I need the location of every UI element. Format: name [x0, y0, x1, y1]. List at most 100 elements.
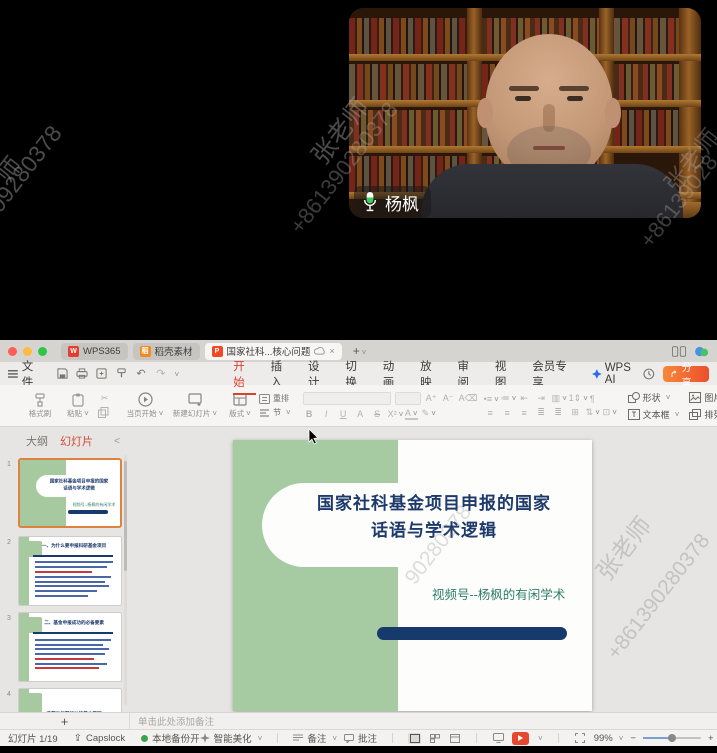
- collapse-panel-button[interactable]: <: [114, 436, 120, 447]
- print-icon[interactable]: [74, 366, 90, 381]
- justify-button[interactable]: ≣: [535, 407, 548, 418]
- font-color-button[interactable]: A: [405, 408, 418, 420]
- zoom-out-button[interactable]: −: [630, 733, 636, 744]
- strikethrough-button[interactable]: S: [371, 409, 384, 419]
- normal-view-button[interactable]: [408, 733, 421, 744]
- quickbar-chevron-icon[interactable]: [173, 368, 180, 380]
- slide-subtitle[interactable]: 视频号--杨枫的有闲学术: [416, 584, 581, 603]
- rearrange-button[interactable]: 重排: [259, 393, 291, 404]
- slide-thumbnail-2[interactable]: 一、为什么要申报科研基金项目: [18, 536, 122, 606]
- layout-button[interactable]: 版式: [223, 393, 257, 419]
- play-options-chevron-icon[interactable]: [536, 733, 543, 744]
- highlight-color-button[interactable]: ✎: [422, 408, 435, 419]
- slide-accent-bar[interactable]: [377, 627, 567, 640]
- notes-input[interactable]: 单击此处添加备注: [130, 713, 717, 729]
- zoom-in-button[interactable]: +: [708, 733, 714, 744]
- add-slide-button[interactable]: +: [0, 713, 130, 729]
- zoom-slider-knob[interactable]: [668, 734, 676, 742]
- notes-band: + 单击此处添加备注: [0, 712, 717, 729]
- smart-beautify-button[interactable]: 智能美化: [200, 731, 263, 745]
- align-center-button[interactable]: ≡: [501, 408, 514, 418]
- decrease-font-icon[interactable]: A⁻: [442, 393, 455, 404]
- zoom-slider[interactable]: [643, 737, 701, 739]
- tab-outline[interactable]: 大纲: [26, 433, 48, 449]
- ribbon-toolbar: 格式刷 粘贴 ✂ 当页开始 新建幻灯片: [0, 385, 717, 427]
- slide-thumbnail-3[interactable]: 二、基金申报成功的必备要素: [18, 612, 122, 682]
- superscript-button[interactable]: X²: [388, 409, 401, 419]
- new-tab-button[interactable]: +: [353, 345, 360, 357]
- menu-tab-home[interactable]: 开始: [233, 358, 255, 390]
- char-spacing-button[interactable]: A: [354, 409, 367, 419]
- redo-icon[interactable]: ↷: [153, 366, 169, 381]
- save-icon[interactable]: [54, 366, 70, 381]
- wps-ai-label: WPS AI: [605, 362, 643, 386]
- align-objects-button[interactable]: ⊡: [603, 407, 616, 418]
- columns-button[interactable]: ▥: [552, 393, 565, 404]
- undo-icon[interactable]: ↶: [133, 366, 149, 381]
- workspace: 大纲 幻灯片 < 1 国家社科基金项目申报的国家话语与学术逻辑 视频号--杨枫的…: [0, 427, 717, 712]
- underline-button[interactable]: U: [337, 409, 350, 419]
- history-icon[interactable]: [643, 368, 655, 380]
- menu-tab-wps-ai[interactable]: WPS AI: [592, 362, 643, 386]
- increase-indent-button[interactable]: ⇥: [535, 393, 548, 404]
- tab-docer[interactable]: 稻 稻壳素材: [133, 343, 200, 360]
- italic-button[interactable]: I: [320, 409, 333, 419]
- comments-button[interactable]: 批注: [344, 731, 377, 745]
- paragraph-settings-icon[interactable]: ¶: [586, 394, 599, 404]
- new-slide-button[interactable]: 新建幻灯片: [169, 393, 221, 419]
- zoom-window-button[interactable]: [38, 347, 47, 356]
- thumbnail-scrollbar[interactable]: [124, 455, 127, 705]
- slide-thumbnail-4[interactable]: 选题与标题设计的基本原则: [18, 688, 122, 712]
- thumb-title: 一、为什么要申报科研基金项目: [33, 543, 115, 549]
- thumb-text-line: [35, 595, 88, 597]
- align-right-button[interactable]: ≡: [518, 408, 531, 418]
- local-backup-status[interactable]: 本地备份开: [141, 731, 200, 745]
- minimize-window-button[interactable]: [23, 347, 32, 356]
- paste-button[interactable]: 粘贴: [60, 393, 96, 419]
- clear-format-icon[interactable]: A⌫: [459, 393, 472, 404]
- picture-button[interactable]: 图片: [689, 391, 717, 404]
- zoom-level[interactable]: 99%: [594, 733, 624, 744]
- textbox-button[interactable]: 文本框: [628, 408, 680, 421]
- section-button[interactable]: 节: [259, 407, 291, 418]
- bold-button[interactable]: B: [303, 409, 316, 419]
- present-mode-icon[interactable]: [492, 733, 505, 744]
- slide-sorter-view-button[interactable]: [428, 733, 441, 744]
- format-painter-button[interactable]: 格式刷: [22, 393, 58, 419]
- layout-switch-icon[interactable]: [672, 346, 686, 357]
- play-slideshow-button[interactable]: [512, 732, 529, 745]
- distribute-button[interactable]: ≣: [552, 407, 565, 418]
- close-tab-icon[interactable]: ×: [329, 346, 334, 356]
- reading-view-button[interactable]: [448, 733, 461, 744]
- bullet-list-button[interactable]: •≡: [484, 394, 497, 404]
- copy-icon[interactable]: [98, 407, 109, 418]
- slide-thumbnail-1[interactable]: 国家社科基金项目申报的国家话语与学术逻辑 视频号--杨枫的有闲学术: [18, 458, 122, 528]
- font-name-field[interactable]: [303, 392, 391, 405]
- slide-title[interactable]: 国家社科基金项目申报的国家 话语与学术逻辑: [283, 491, 585, 544]
- table-tools-icon[interactable]: ⊞: [569, 407, 582, 418]
- member-avatar-icon[interactable]: [694, 346, 709, 357]
- font-size-field[interactable]: [395, 392, 421, 405]
- close-window-button[interactable]: [8, 347, 17, 356]
- export-icon[interactable]: [94, 366, 110, 381]
- tab-label: 稻壳素材: [155, 344, 193, 358]
- section-label: 节: [273, 407, 281, 418]
- decrease-indent-button[interactable]: ⇤: [518, 393, 531, 404]
- text-direction-button[interactable]: ⇅: [586, 407, 599, 418]
- tab-slides[interactable]: 幻灯片: [60, 433, 93, 449]
- format-painter-icon[interactable]: [113, 366, 129, 381]
- share-button[interactable]: 分享: [663, 366, 709, 382]
- tab-wps365[interactable]: W WPS365: [61, 343, 128, 360]
- slide-canvas[interactable]: 国家社科基金项目申报的国家 话语与学术逻辑 视频号--杨枫的有闲学术: [233, 440, 592, 711]
- increase-font-icon[interactable]: A⁺: [425, 393, 438, 404]
- play-from-current-button[interactable]: 当页开始: [123, 392, 167, 419]
- shapes-button[interactable]: 形状: [628, 391, 680, 404]
- fit-slide-button[interactable]: [574, 733, 587, 744]
- notes-toggle-button[interactable]: 备注: [293, 731, 337, 745]
- align-left-button[interactable]: ≡: [484, 408, 497, 418]
- cut-icon[interactable]: ✂: [98, 393, 111, 404]
- line-spacing-button[interactable]: 1⇕: [569, 393, 582, 404]
- arrange-button[interactable]: 排列: [689, 408, 717, 421]
- numbered-list-button[interactable]: ≔: [501, 393, 514, 404]
- format-painter-label: 格式刷: [29, 408, 52, 419]
